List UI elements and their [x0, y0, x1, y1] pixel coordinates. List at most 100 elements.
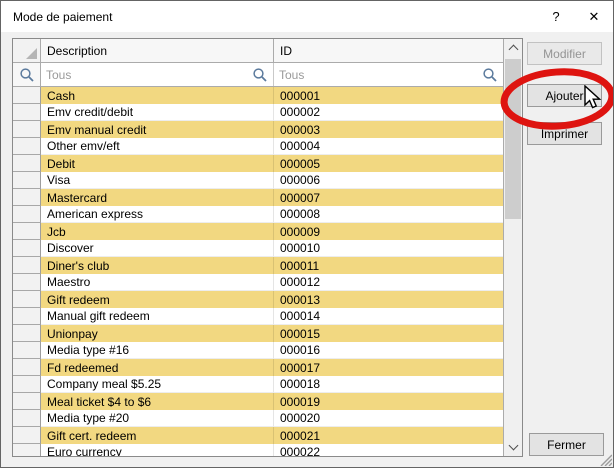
table-row[interactable]: Gift redeem 000013	[13, 291, 503, 308]
table-row[interactable]: Mastercard 000007	[13, 189, 503, 206]
search-icon[interactable]	[252, 67, 268, 83]
table-row[interactable]: Meal ticket $4 to $6 000019	[13, 393, 503, 410]
row-indicator-cell[interactable]	[13, 393, 41, 410]
row-indicator-cell[interactable]	[13, 291, 41, 308]
row-description-cell: Diner's club	[41, 257, 274, 274]
chevron-up-icon	[508, 45, 518, 55]
row-indicator-cell[interactable]	[13, 104, 41, 121]
scroll-up-button[interactable]	[504, 39, 522, 56]
select-all-header-cell[interactable]	[13, 39, 41, 62]
table-row[interactable]: Other emv/eft 000004	[13, 138, 503, 155]
row-id-cell: 000014	[274, 308, 503, 325]
row-indicator-cell[interactable]	[13, 138, 41, 155]
row-description-cell: Company meal $5.25	[41, 376, 274, 393]
table-row[interactable]: Unionpay 000015	[13, 325, 503, 342]
row-indicator-cell[interactable]	[13, 359, 41, 376]
table-row[interactable]: Maestro 000012	[13, 274, 503, 291]
row-description-cell: Gift cert. redeem	[41, 427, 274, 444]
table-row[interactable]: Euro currency 000022	[13, 444, 503, 456]
table-filter-row	[13, 63, 503, 87]
row-indicator-cell[interactable]	[13, 274, 41, 291]
table-row[interactable]: American express 000008	[13, 206, 503, 223]
row-description-cell: Mastercard	[41, 189, 274, 206]
vertical-scrollbar[interactable]	[503, 39, 522, 456]
filter-cell-id	[274, 63, 503, 86]
imprimer-button[interactable]: Imprimer	[527, 122, 602, 145]
table-row[interactable]: Gift cert. redeem 000021	[13, 427, 503, 444]
table-row[interactable]: Visa 000006	[13, 172, 503, 189]
table-row[interactable]: Company meal $5.25 000018	[13, 376, 503, 393]
fermer-button[interactable]: Fermer	[529, 433, 604, 456]
select-all-corner-icon	[26, 48, 37, 59]
table-header-row: Description ID	[13, 39, 503, 63]
row-indicator-cell[interactable]	[13, 155, 41, 172]
row-id-cell: 000001	[274, 87, 503, 104]
row-id-cell: 000020	[274, 410, 503, 427]
row-id-cell: 000022	[274, 444, 503, 456]
table-row[interactable]: Media type #20 000020	[13, 410, 503, 427]
table-row[interactable]: Diner's club 000011	[13, 257, 503, 274]
row-indicator-cell[interactable]	[13, 223, 41, 240]
row-indicator-cell[interactable]	[13, 342, 41, 359]
ajouter-button[interactable]: Ajouter	[527, 84, 602, 107]
row-indicator-cell[interactable]	[13, 172, 41, 189]
modifier-button[interactable]: Modifier	[527, 42, 602, 65]
table-row[interactable]: Manual gift redeem 000014	[13, 308, 503, 325]
row-description-cell: Discover	[41, 240, 274, 257]
row-description-cell: Maestro	[41, 274, 274, 291]
search-icon[interactable]	[482, 67, 498, 83]
titlebar: Mode de paiement ? ✕	[1, 1, 613, 32]
row-indicator-cell[interactable]	[13, 427, 41, 444]
table-row[interactable]: Discover 000010	[13, 240, 503, 257]
column-header-description[interactable]: Description	[41, 39, 274, 62]
row-indicator-cell[interactable]	[13, 410, 41, 427]
column-header-id[interactable]: ID	[274, 39, 503, 62]
close-button[interactable]: ✕	[575, 1, 613, 32]
table-row[interactable]: Fd redeemed 000017	[13, 359, 503, 376]
row-description-cell: Meal ticket $4 to $6	[41, 393, 274, 410]
row-id-cell: 000013	[274, 291, 503, 308]
row-description-cell: Media type #16	[41, 342, 274, 359]
row-id-cell: 000003	[274, 121, 503, 138]
row-id-cell: 000008	[274, 206, 503, 223]
row-id-cell: 000005	[274, 155, 503, 172]
chevron-down-icon	[508, 441, 518, 451]
filter-indicator-cell	[13, 63, 41, 86]
row-id-cell: 000018	[274, 376, 503, 393]
row-indicator-cell[interactable]	[13, 325, 41, 342]
row-id-cell: 000021	[274, 427, 503, 444]
row-description-cell: Jcb	[41, 223, 274, 240]
row-description-cell: Emv credit/debit	[41, 104, 274, 121]
help-button[interactable]: ?	[537, 1, 575, 32]
row-id-cell: 000002	[274, 104, 503, 121]
row-indicator-cell[interactable]	[13, 444, 41, 456]
table-row[interactable]: Debit 000005	[13, 155, 503, 172]
table-row[interactable]: Emv manual credit 000003	[13, 121, 503, 138]
table-row[interactable]: Cash 000001	[13, 87, 503, 104]
row-description-cell: American express	[41, 206, 274, 223]
scroll-down-button[interactable]	[504, 439, 522, 456]
row-indicator-cell[interactable]	[13, 87, 41, 104]
filter-cell-description	[41, 63, 274, 86]
row-description-cell: Cash	[41, 87, 274, 104]
payment-methods-table: Description ID	[12, 38, 523, 457]
row-indicator-cell[interactable]	[13, 376, 41, 393]
id-filter-input[interactable]	[279, 68, 482, 82]
row-description-cell: Euro currency	[41, 444, 274, 456]
table-row[interactable]: Jcb 000009	[13, 223, 503, 240]
row-description-cell: Media type #20	[41, 410, 274, 427]
row-description-cell: Fd redeemed	[41, 359, 274, 376]
resize-grip-icon[interactable]	[599, 453, 612, 466]
scrollbar-thumb[interactable]	[505, 59, 521, 219]
row-indicator-cell[interactable]	[13, 257, 41, 274]
row-indicator-cell[interactable]	[13, 121, 41, 138]
row-indicator-cell[interactable]	[13, 308, 41, 325]
row-indicator-cell[interactable]	[13, 189, 41, 206]
table-row[interactable]: Media type #16 000016	[13, 342, 503, 359]
row-indicator-cell[interactable]	[13, 240, 41, 257]
row-id-cell: 000009	[274, 223, 503, 240]
description-filter-input[interactable]	[46, 68, 252, 82]
row-indicator-cell[interactable]	[13, 206, 41, 223]
table-row[interactable]: Emv credit/debit 000002	[13, 104, 503, 121]
row-description-cell: Visa	[41, 172, 274, 189]
